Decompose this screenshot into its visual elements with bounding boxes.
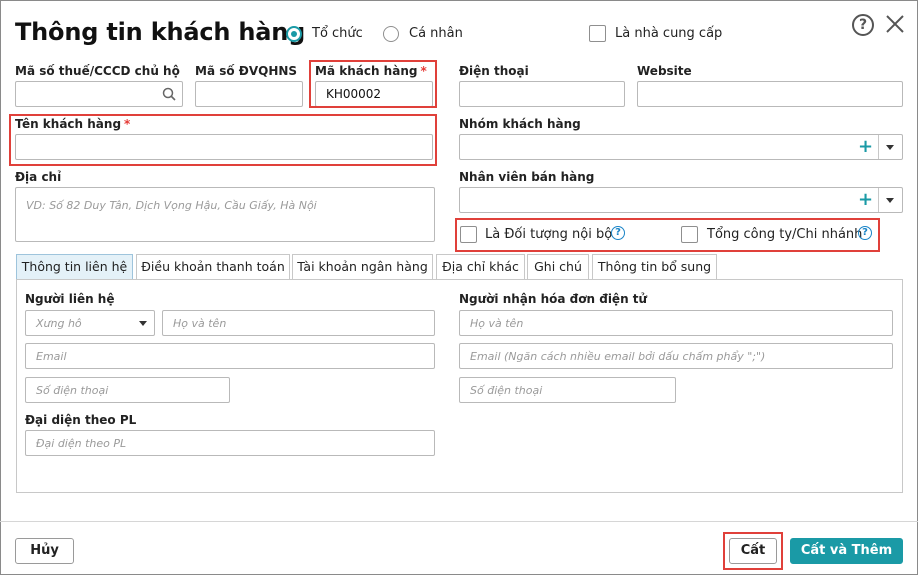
highlight-customer-code — [309, 60, 437, 108]
highlight-internal-branch — [455, 218, 880, 252]
cancel-button[interactable]: Hủy — [15, 538, 74, 564]
einvoice-email-placeholder: Email (Ngăn cách nhiều email bởi dấu chấ… — [470, 350, 766, 363]
chevron-down-icon[interactable] — [886, 145, 894, 150]
sales-staff-label: Nhân viên bán hàng — [459, 170, 595, 184]
tab-additional-info[interactable]: Thông tin bổ sung — [592, 254, 717, 280]
customer-group-label: Nhóm khách hàng — [459, 117, 581, 131]
add-icon[interactable]: + — [858, 138, 873, 156]
dialog-title: Thông tin khách hàng — [15, 18, 306, 46]
address-placeholder: VD: Số 82 Duy Tân, Dịch Vọng Hậu, Cầu Gi… — [26, 199, 317, 212]
divider — [878, 188, 879, 212]
sales-staff-select[interactable]: + — [459, 187, 903, 213]
tab-bank-accounts[interactable]: Tài khoản ngân hàng — [292, 254, 433, 280]
address-label: Địa chỉ — [15, 170, 62, 184]
budget-code-input[interactable] — [195, 81, 303, 107]
footer-divider — [0, 521, 918, 522]
einvoice-email-input[interactable]: Email (Ngăn cách nhiều email bởi dấu chấ… — [459, 343, 893, 369]
tab-contact-info[interactable]: Thông tin liên hệ — [16, 254, 133, 280]
tab-notes[interactable]: Ghi chú — [527, 254, 589, 280]
salutation-select[interactable]: Xưng hô — [25, 310, 155, 336]
close-icon[interactable] — [884, 12, 906, 36]
tab-other-address[interactable]: Địa chỉ khác — [436, 254, 525, 280]
customer-group-select[interactable]: + — [459, 134, 903, 160]
save-and-add-button[interactable]: Cất và Thêm — [790, 538, 903, 564]
contact-person-label: Người liên hệ — [25, 292, 115, 306]
budget-code-label: Mã số ĐVQHNS — [195, 64, 298, 78]
contact-fullname-input[interactable]: Họ và tên — [162, 310, 435, 336]
einvoice-name-input[interactable]: Họ và tên — [459, 310, 893, 336]
einvoice-phone-input[interactable]: Số điện thoại — [459, 377, 676, 403]
tax-code-input[interactable] — [15, 81, 183, 107]
chevron-down-icon[interactable] — [886, 198, 894, 203]
search-icon[interactable] — [162, 87, 176, 104]
radio-organization-label: Tổ chức — [312, 26, 363, 41]
contact-fullname-placeholder: Họ và tên — [173, 317, 227, 330]
chevron-down-icon[interactable] — [139, 321, 147, 326]
divider — [878, 135, 879, 159]
contact-email-input[interactable]: Email — [25, 343, 435, 369]
radio-organization[interactable] — [286, 26, 302, 42]
supplier-checkbox[interactable] — [589, 25, 606, 42]
contact-phone-input[interactable]: Số điện thoại — [25, 377, 230, 403]
legal-rep-placeholder: Đại diện theo PL — [36, 437, 127, 450]
einvoice-phone-placeholder: Số điện thoại — [470, 384, 543, 397]
highlight-customer-name — [9, 114, 437, 166]
tab-payment-terms[interactable]: Điều khoản thanh toán — [136, 254, 290, 280]
website-input[interactable] — [637, 81, 903, 107]
radio-individual-label: Cá nhân — [409, 26, 463, 41]
phone-input[interactable] — [459, 81, 625, 107]
contact-email-placeholder: Email — [36, 350, 67, 363]
radio-individual[interactable] — [383, 26, 399, 42]
phone-label: Điện thoại — [459, 64, 529, 78]
supplier-label: Là nhà cung cấp — [615, 26, 723, 41]
legal-rep-input[interactable]: Đại diện theo PL — [25, 430, 435, 456]
einvoice-recipient-label: Người nhận hóa đơn điện tử — [459, 292, 648, 306]
highlight-save — [723, 532, 783, 570]
legal-rep-label: Đại diện theo PL — [25, 413, 137, 427]
contact-phone-placeholder: Số điện thoại — [36, 384, 109, 397]
address-textarea[interactable]: VD: Số 82 Duy Tân, Dịch Vọng Hậu, Cầu Gi… — [15, 187, 435, 242]
salutation-placeholder: Xưng hô — [36, 317, 82, 330]
einvoice-name-placeholder: Họ và tên — [470, 317, 524, 330]
help-icon[interactable]: ? — [852, 14, 874, 36]
tax-code-label: Mã số thuế/CCCD chủ hộ — [15, 64, 180, 78]
website-label: Website — [637, 64, 692, 78]
add-icon[interactable]: + — [858, 191, 873, 209]
